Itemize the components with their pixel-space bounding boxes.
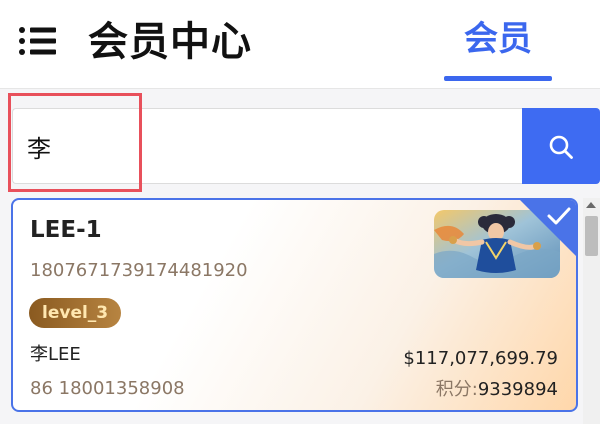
member-name: LEE-1 (30, 217, 102, 243)
search-icon (549, 135, 573, 159)
member-points: 积分:9339894 (436, 377, 558, 403)
member-phone: 86 18001358908 (30, 378, 185, 399)
scroll-up-icon[interactable] (586, 202, 596, 208)
list-menu-icon[interactable] (18, 26, 58, 56)
points-value: 9339894 (477, 379, 558, 400)
page-title: 会员中心 (88, 19, 252, 65)
member-id: 1807671739174481920 (30, 260, 248, 281)
member-balance: $117,077,699.79 (403, 348, 558, 369)
search-button[interactable] (522, 108, 600, 184)
member-card[interactable]: LEE-1 1807671739174481920 level_3 李LEE 8… (11, 198, 578, 412)
scrollbar-thumb[interactable] (585, 216, 598, 256)
points-label: 积分: (435, 379, 478, 400)
selected-check-icon (520, 200, 576, 256)
tab-member[interactable]: 会员 (444, 0, 552, 84)
level-badge: level_3 (29, 298, 122, 328)
tab-member-label: 会员 (464, 19, 532, 59)
tab-active-indicator (444, 76, 552, 81)
search-input[interactable] (27, 109, 507, 183)
scrollbar[interactable] (583, 198, 600, 424)
search-field[interactable] (12, 108, 523, 184)
member-real-name: 李LEE (30, 344, 81, 365)
top-header: 会员中心 会员 (0, 0, 600, 89)
